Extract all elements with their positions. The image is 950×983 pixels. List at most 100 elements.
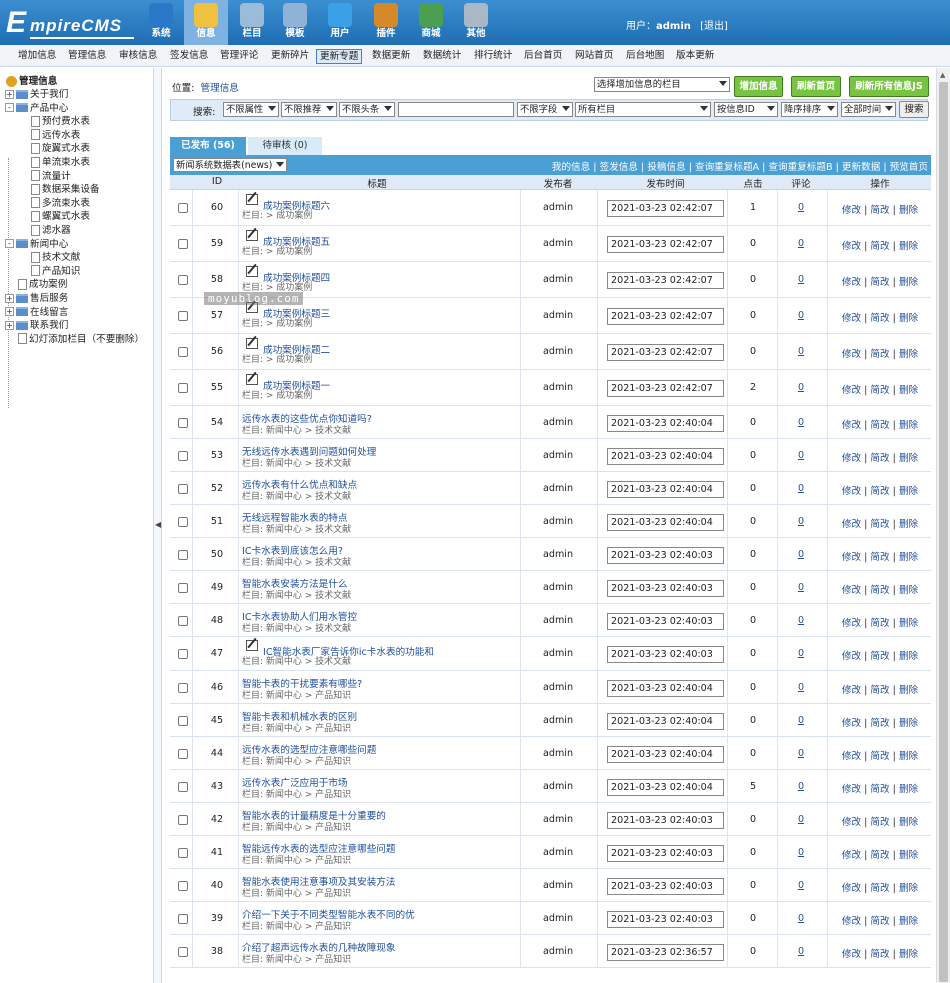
row-comments-link[interactable]: 0 [782, 346, 820, 357]
tree-node[interactable]: + 售后服务 [5, 292, 68, 305]
add-column-select[interactable]: 选择增加信息的栏目 [594, 77, 730, 92]
quick-edit-link[interactable]: 简改 [870, 486, 889, 497]
row-comments-link[interactable]: 0 [782, 615, 820, 626]
row-time-input[interactable]: 2021-03-23 02:40:03 [607, 910, 724, 928]
row-time-input[interactable]: 2021-03-23 02:40:04 [607, 679, 724, 697]
row-time-input[interactable]: 2021-03-23 02:40:04 [607, 513, 724, 531]
tree-node[interactable]: 数据采集设备 [31, 183, 100, 196]
tab-pending[interactable]: 待审核 (0) [248, 137, 322, 155]
tree-node[interactable]: + 联系我们 [5, 319, 68, 332]
quick-edit-link[interactable]: 简改 [870, 552, 889, 563]
expand-icon[interactable]: + [5, 307, 14, 317]
quick-edit-link[interactable]: 简改 [870, 205, 889, 216]
edit-link[interactable]: 修改 [842, 277, 861, 288]
edit-link[interactable]: 修改 [842, 585, 861, 596]
row-checkbox[interactable] [178, 582, 188, 593]
row-time-input[interactable]: 2021-03-23 02:40:04 [607, 480, 724, 498]
tree-node[interactable]: 产品知识 [31, 265, 80, 278]
expand-icon[interactable]: + [5, 320, 14, 330]
nav-item-6[interactable]: 插件 [364, 0, 408, 45]
delete-link[interactable]: 删除 [899, 618, 918, 629]
row-time-input[interactable]: 2021-03-23 02:40:03 [607, 811, 724, 829]
subnav-item-10[interactable]: 排行统计 [471, 49, 515, 64]
search-keyword-input[interactable] [398, 102, 514, 117]
nav-item-7[interactable]: 商城 [409, 0, 453, 45]
tab-published[interactable]: 已发布 (56) [170, 137, 246, 155]
edit-link[interactable]: 修改 [842, 751, 861, 762]
row-time-input[interactable]: 2021-03-23 02:40:03 [607, 579, 724, 597]
subnav-item-11[interactable]: 后台首页 [521, 49, 565, 64]
quick-edit-link[interactable]: 简改 [870, 916, 889, 927]
edit-link[interactable]: 修改 [842, 883, 861, 894]
row-comments-link[interactable]: 0 [782, 202, 820, 213]
row-checkbox[interactable] [178, 347, 188, 357]
nav-item-4[interactable]: 模板 [273, 0, 317, 45]
quick-edit-link[interactable]: 简改 [870, 420, 889, 431]
subnav-item-12[interactable]: 网站首页 [572, 49, 616, 64]
row-checkbox[interactable] [178, 275, 188, 285]
quick-edit-link[interactable]: 简改 [870, 519, 889, 530]
subnav-item-14[interactable]: 版本更新 [673, 49, 717, 64]
quick-edit-link[interactable]: 简改 [870, 241, 889, 252]
edit-link[interactable]: 修改 [842, 552, 861, 563]
row-time-input[interactable]: 2021-03-23 02:40:04 [607, 778, 724, 796]
row-comments-link[interactable]: 0 [782, 648, 820, 659]
quick-edit-link[interactable]: 简改 [870, 385, 889, 396]
quick-edit-link[interactable]: 简改 [870, 718, 889, 729]
row-checkbox[interactable] [178, 311, 188, 321]
delete-link[interactable]: 删除 [899, 751, 918, 762]
tree-node[interactable]: - 产品中心 [5, 102, 68, 115]
tree-node[interactable]: 螺翼式水表 [31, 210, 90, 223]
collapse-icon[interactable]: - [5, 103, 14, 113]
delete-link[interactable]: 删除 [899, 313, 918, 324]
nav-item-3[interactable]: 栏目 [230, 0, 274, 45]
quick-edit-link[interactable]: 简改 [870, 751, 889, 762]
row-time-input[interactable]: 2021-03-23 02:40:04 [607, 414, 724, 432]
row-checkbox[interactable] [178, 847, 188, 858]
delete-link[interactable]: 删除 [899, 420, 918, 431]
collapse-icon[interactable]: - [5, 239, 14, 249]
row-time-input[interactable]: 2021-03-23 02:42:07 [607, 272, 724, 289]
scrollbar-thumb[interactable] [939, 82, 948, 982]
row-time-input[interactable]: 2021-03-23 02:40:03 [607, 646, 724, 663]
tree-node[interactable]: + 关于我们 [5, 88, 68, 101]
nav-item-5[interactable]: 用户 [318, 0, 362, 45]
data-table-select[interactable]: 新闻系统数据表(news) [173, 158, 287, 172]
row-checkbox[interactable] [178, 781, 188, 792]
subnav-item-6[interactable]: 更新碎片 [268, 49, 312, 64]
row-comments-link[interactable]: 0 [782, 274, 820, 285]
quick-edit-link[interactable]: 简改 [870, 618, 889, 629]
row-checkbox[interactable] [178, 450, 188, 461]
row-comments-link[interactable]: 0 [782, 913, 820, 924]
row-checkbox[interactable] [178, 748, 188, 759]
row-checkbox[interactable] [178, 649, 188, 659]
tree-node[interactable]: 成功案例 [5, 278, 67, 291]
edit-link[interactable]: 修改 [842, 241, 861, 252]
tree-node[interactable]: 技术文献 [31, 251, 80, 264]
row-comments-link[interactable]: 0 [782, 483, 820, 494]
expand-icon[interactable]: + [5, 89, 14, 99]
row-time-input[interactable]: 2021-03-23 02:40:04 [607, 712, 724, 730]
delete-link[interactable]: 删除 [899, 486, 918, 497]
row-time-input[interactable]: 2021-03-23 02:42:07 [607, 308, 724, 325]
row-checkbox[interactable] [178, 946, 188, 957]
row-comments-link[interactable]: 0 [782, 814, 820, 825]
edit-link[interactable]: 修改 [842, 486, 861, 497]
row-time-input[interactable]: 2021-03-23 02:42:07 [607, 200, 724, 217]
row-time-input[interactable]: 2021-03-23 02:40:04 [607, 447, 724, 465]
attribute-filter-select[interactable]: 不限属性 [223, 102, 279, 117]
quick-edit-link[interactable]: 简改 [870, 313, 889, 324]
tree-node[interactable]: 单流束水表 [31, 156, 90, 169]
row-comments-link[interactable]: 0 [782, 310, 820, 321]
row-checkbox[interactable] [178, 615, 188, 626]
nav-item-1[interactable]: 系统 [139, 0, 183, 45]
edit-link[interactable]: 修改 [842, 784, 861, 795]
collapse-arrow-icon[interactable]: ◀ [155, 520, 161, 529]
tree-node[interactable]: 滤水器 [31, 224, 71, 237]
subnav-item-13[interactable]: 后台地图 [623, 49, 667, 64]
order-by-select[interactable]: 按信息ID [714, 102, 778, 117]
delete-link[interactable]: 删除 [899, 453, 918, 464]
subnav-item-9[interactable]: 数据统计 [420, 49, 464, 64]
quick-edit-link[interactable]: 简改 [870, 453, 889, 464]
edit-link[interactable]: 修改 [842, 651, 861, 662]
